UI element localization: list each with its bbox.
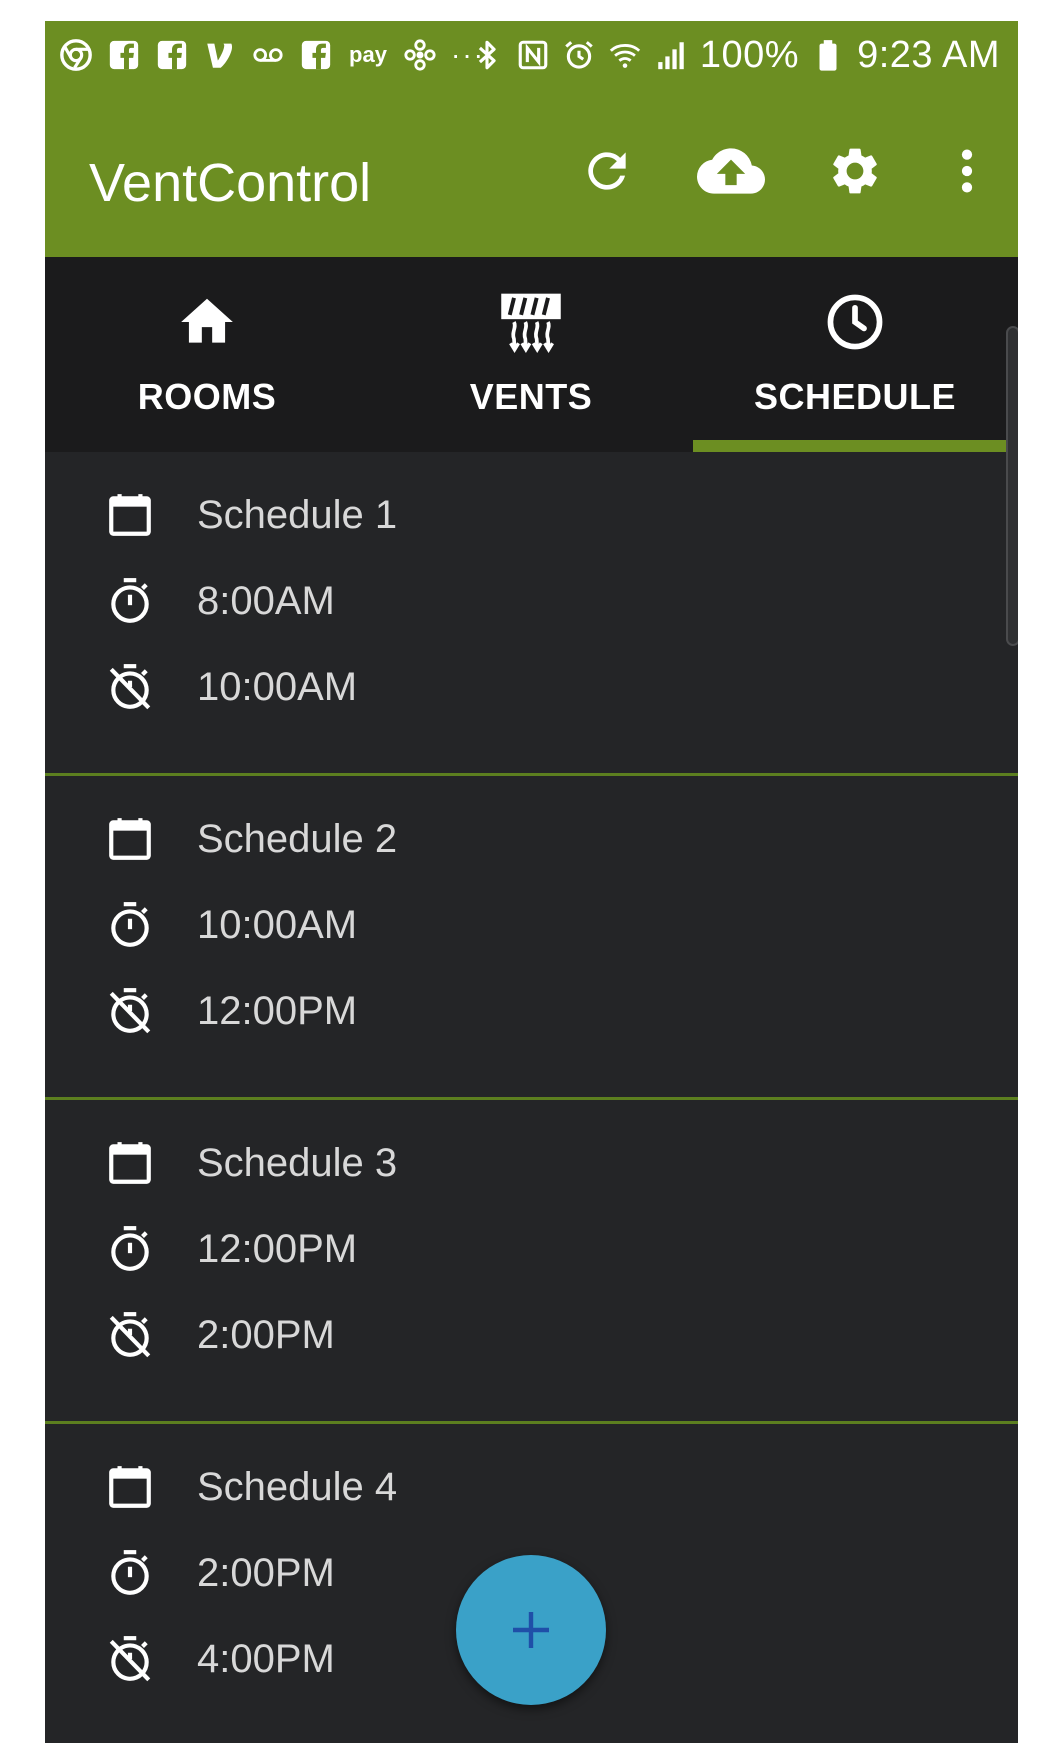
chrome-icon [59,38,93,72]
schedule-end-time: 4:00PM [197,1637,335,1681]
schedule-card[interactable]: Schedule 2 10:00AM 12:00PM [45,776,1018,1100]
more-options-button[interactable] [927,131,1007,211]
calendar-icon [105,490,155,540]
schedule-end-row: 10:00AM [105,657,357,717]
refresh-icon [579,143,635,199]
add-schedule-button[interactable] [456,1555,606,1705]
tab-rooms[interactable]: ROOMS [45,257,369,452]
settings-icon [827,143,883,199]
schedule-end-row: 12:00PM [105,981,357,1041]
wifi-icon [608,38,642,72]
schedule-name-row: Schedule 1 [105,485,397,545]
schedule-end-row: 4:00PM [105,1629,335,1689]
timer-icon [105,576,155,626]
schedule-name: Schedule 1 [197,493,398,537]
schedule-name: Schedule 2 [197,817,398,861]
refresh-button[interactable] [567,131,647,211]
status-time: 9:23 AM [857,34,1000,76]
timer-off-icon [105,1310,155,1360]
tab-bar: ROOMS VENTS SCHEDULE [45,257,1018,452]
schedule-start-time: 12:00PM [197,1227,358,1271]
home-icon [45,287,369,357]
signal-icon [654,38,688,72]
schedule-start-row: 2:00PM [105,1543,335,1603]
tab-vents[interactable]: VENTS [369,257,693,452]
voicemail-icon [251,38,285,72]
alarm-icon [562,38,596,72]
schedule-name-row: Schedule 4 [105,1457,397,1517]
schedule-start-row: 8:00AM [105,571,335,631]
timer-off-icon [105,1634,155,1684]
venmo-icon [203,38,237,72]
nfc-icon [516,38,550,72]
schedule-name-row: Schedule 2 [105,809,397,869]
schedule-card[interactable]: Schedule 3 12:00PM 2:00PM [45,1100,1018,1424]
schedule-end-time: 2:00PM [197,1313,335,1357]
tab-schedule-label: SCHEDULE [753,376,957,417]
settings-button[interactable] [815,131,895,211]
schedule-start-time: 8:00AM [197,579,335,623]
calendar-icon [105,814,155,864]
status-bar-notifications: pay ··· [59,35,485,75]
more-vert-icon [939,143,995,199]
app-title: VentControl [89,153,372,213]
scrollbar[interactable] [1006,326,1018,646]
app-bar: VentControl [45,91,1018,257]
vent-icon [369,287,693,357]
schedule-start-time: 10:00AM [197,903,358,947]
schedule-name: Schedule 3 [197,1141,398,1185]
clock-icon [693,287,1017,357]
schedule-end-row: 2:00PM [105,1305,335,1365]
timer-icon [105,900,155,950]
timer-icon [105,1548,155,1598]
plus-icon [507,1606,555,1654]
status-bar: pay ··· 100% 9:23 AM [45,21,1018,91]
facebook-icon [299,38,333,72]
tab-schedule[interactable]: SCHEDULE [693,257,1017,452]
bluetooth-icon [470,38,504,72]
schedule-start-row: 12:00PM [105,1219,357,1279]
timer-off-icon [105,986,155,1036]
fan-icon [403,38,437,72]
schedule-start-row: 10:00AM [105,895,357,955]
tab-vents-label: VENTS [469,376,593,417]
schedule-end-time: 10:00AM [197,665,358,709]
schedule-list: Schedule 1 8:00AM 10:00AM Schedule 2 10:… [45,452,1018,1743]
cloud-upload-icon [697,137,765,205]
battery-icon [811,38,845,72]
facebook-icon [107,38,141,72]
timer-icon [105,1224,155,1274]
cloud-upload-button[interactable] [691,131,771,211]
schedule-card[interactable]: Schedule 1 8:00AM 10:00AM [45,452,1018,776]
facebook-icon [155,38,189,72]
schedule-name-row: Schedule 3 [105,1133,397,1193]
battery-percentage: 100% [699,34,800,76]
calendar-icon [105,1462,155,1512]
schedule-name: Schedule 4 [197,1465,398,1509]
schedule-start-time: 2:00PM [197,1551,335,1595]
tab-rooms-label: ROOMS [137,376,277,417]
selected-tab-indicator [693,440,1018,452]
phone-screen: pay ··· 100% 9:23 AM VentControl ROOMS V… [45,21,1018,1743]
schedule-end-time: 12:00PM [197,989,358,1033]
status-bar-system: 100% 9:23 AM [470,33,1000,77]
calendar-icon [105,1138,155,1188]
samsung-pay-icon: pay [349,42,387,67]
timer-off-icon [105,662,155,712]
